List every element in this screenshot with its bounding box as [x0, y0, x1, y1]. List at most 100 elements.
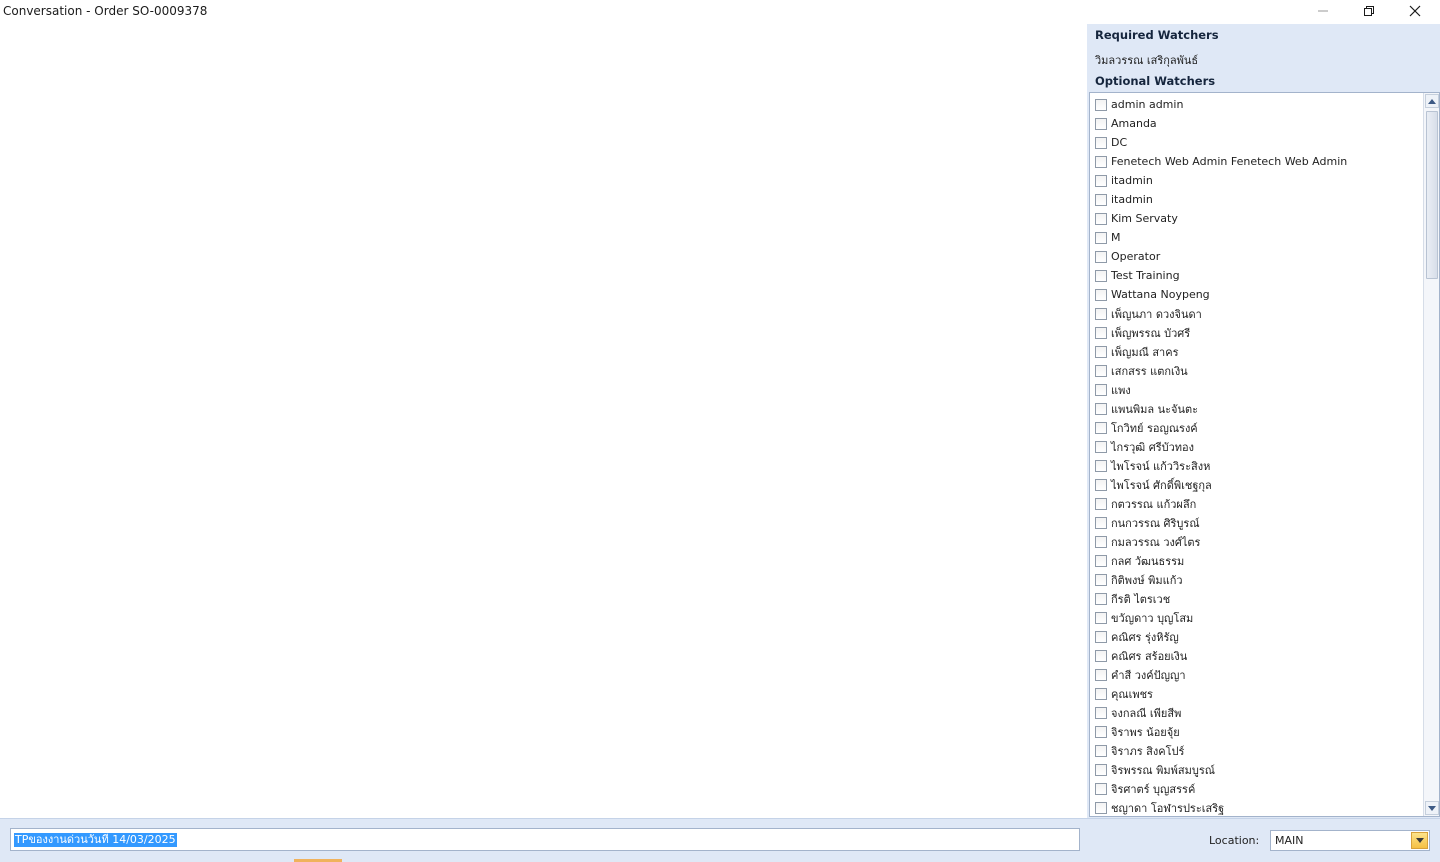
watcher-label: จิราภร สิงคโปร์ [1111, 744, 1185, 758]
watcher-item[interactable]: คำสี วงค์ปัญญา [1095, 665, 1186, 684]
watcher-item[interactable]: ไพโรจน์ แก้ววิระสิงห [1095, 456, 1210, 475]
watcher-checkbox[interactable] [1095, 402, 1107, 415]
dropdown-button[interactable] [1411, 832, 1428, 849]
watcher-label: ไพโรจน์ ศักดิ์พิเชฐกุล [1111, 478, 1212, 492]
watcher-item[interactable]: ไกรวุฒิ ศรีบัวทอง [1095, 437, 1194, 456]
watcher-checkbox[interactable] [1095, 212, 1107, 225]
watcher-checkbox[interactable] [1095, 554, 1107, 567]
watcher-checkbox[interactable] [1095, 421, 1107, 434]
watcher-item[interactable]: Amanda [1095, 114, 1157, 133]
location-dropdown[interactable]: MAIN [1270, 830, 1430, 851]
watcher-item[interactable]: เพ็ญมณี สาคร [1095, 342, 1179, 361]
watcher-item[interactable]: จงกลณี เพียสีพ [1095, 703, 1181, 722]
watcher-checkbox[interactable] [1095, 573, 1107, 586]
watcher-item[interactable]: Test Training [1095, 266, 1180, 285]
watcher-checkbox[interactable] [1095, 288, 1107, 301]
watcher-checkbox[interactable] [1095, 630, 1107, 643]
watcher-checkbox[interactable] [1095, 535, 1107, 548]
watcher-checkbox[interactable] [1095, 174, 1107, 187]
watcher-checkbox[interactable] [1095, 155, 1107, 168]
watcher-item[interactable]: คณิศร สร้อยเงิน [1095, 646, 1187, 665]
conversation-area[interactable] [0, 24, 1087, 818]
watcher-checkbox[interactable] [1095, 687, 1107, 700]
watcher-checkbox[interactable] [1095, 98, 1107, 111]
watcher-checkbox[interactable] [1095, 250, 1107, 263]
watcher-item[interactable]: กลศ วัฒนธรรม [1095, 551, 1184, 570]
watcher-checkbox[interactable] [1095, 345, 1107, 358]
watcher-checkbox[interactable] [1095, 725, 1107, 738]
watcher-item[interactable]: DC [1095, 133, 1127, 152]
scroll-down-button[interactable] [1425, 801, 1439, 815]
required-watcher-name: วิมลวรรณ เสริกุลพันธ์ [1095, 54, 1199, 67]
watcher-item[interactable]: Wattana Noypeng [1095, 285, 1210, 304]
watcher-item[interactable]: Fenetech Web Admin Fenetech Web Admin [1095, 152, 1347, 171]
watcher-checkbox[interactable] [1095, 269, 1107, 282]
watcher-checkbox[interactable] [1095, 193, 1107, 206]
watcher-checkbox[interactable] [1095, 668, 1107, 681]
watcher-item[interactable]: คณิศร รุ่งหิรัญ [1095, 627, 1179, 646]
watcher-label: DC [1111, 136, 1128, 149]
message-input[interactable]: TPของงานด่วนวันที่ 14/03/2025 [10, 828, 1080, 851]
watcher-item[interactable]: ไพโรจน์ ศักดิ์พิเชฐกุล [1095, 475, 1212, 494]
optional-watchers-list[interactable]: admin admin Amanda DC Fenetech Web Admin Fe… [1089, 92, 1440, 817]
watcher-item[interactable]: จิราพร น้อยจุ้ย [1095, 722, 1180, 741]
watcher-item[interactable]: จิราภร สิงคโปร์ [1095, 741, 1184, 760]
scroll-up-button[interactable] [1425, 94, 1439, 108]
watcher-item[interactable]: itadmin [1095, 190, 1153, 209]
watcher-checkbox[interactable] [1095, 478, 1107, 491]
watcher-item[interactable]: admin admin [1095, 95, 1183, 114]
restore-button[interactable] [1346, 0, 1392, 22]
watcher-checkbox[interactable] [1095, 706, 1107, 719]
watcher-checkbox[interactable] [1095, 231, 1107, 244]
minimize-button[interactable] [1300, 0, 1346, 22]
watcher-label: เพ็ญพรรณ บัวศรี [1111, 326, 1191, 340]
title-bar: Conversation - Order SO-0009378 [0, 0, 1440, 24]
watcher-item[interactable]: Operator [1095, 247, 1160, 266]
watcher-item[interactable]: จิรพรรณ พิมพ์สมบูรณ์ [1095, 760, 1215, 779]
watcher-item[interactable]: itadmin [1095, 171, 1153, 190]
close-button[interactable] [1392, 0, 1438, 22]
watcher-item[interactable]: กนกวรรณ ศิริบูรณ์ [1095, 513, 1200, 532]
watcher-item[interactable]: กตวรรณ แก้วผลึก [1095, 494, 1196, 513]
optional-watchers-header: Optional Watchers [1095, 74, 1216, 88]
watcher-item[interactable]: เสกสรร แตกเงิน [1095, 361, 1188, 380]
watcher-item[interactable]: แพนพิมล นะจันตะ [1095, 399, 1198, 418]
watcher-item[interactable]: กีรติ ไตรเวช [1095, 589, 1170, 608]
watcher-label: M [1111, 231, 1121, 244]
watcher-checkbox[interactable] [1095, 497, 1107, 510]
watcher-item[interactable]: กิติพงษ์ พิมแก้ว [1095, 570, 1183, 589]
watcher-item[interactable]: Kim Servaty [1095, 209, 1178, 228]
watcher-item[interactable]: M [1095, 228, 1121, 247]
watcher-checkbox[interactable] [1095, 592, 1107, 605]
watcher-checkbox[interactable] [1095, 459, 1107, 472]
watcher-item[interactable]: กมลวรรณ วงศ์ไตร [1095, 532, 1200, 551]
watcher-item[interactable]: เพ็ญนภา ดวงจินดา [1095, 304, 1202, 323]
scroll-thumb[interactable] [1426, 111, 1438, 279]
watcher-checkbox[interactable] [1095, 307, 1107, 320]
watcher-checkbox[interactable] [1095, 136, 1107, 149]
watcher-checkbox[interactable] [1095, 364, 1107, 377]
watcher-label: itadmin [1111, 174, 1153, 187]
watcher-checkbox[interactable] [1095, 383, 1107, 396]
watcher-label: ขวัญดาว บุญโสม [1111, 611, 1194, 625]
watchers-panel: Required Watchers วิมลวรรณ เสริกุลพันธ์ … [1087, 24, 1440, 818]
watcher-checkbox[interactable] [1095, 649, 1107, 662]
watcher-item[interactable]: คุณเพชร [1095, 684, 1153, 703]
watcher-checkbox[interactable] [1095, 782, 1107, 795]
watcher-item[interactable]: เพ็ญพรรณ บัวศรี [1095, 323, 1190, 342]
watcher-label: เสกสรร แตกเงิน [1111, 364, 1188, 378]
watcher-checkbox[interactable] [1095, 117, 1107, 130]
watcher-item[interactable]: แพง [1095, 380, 1131, 399]
watcher-checkbox[interactable] [1095, 763, 1107, 776]
vertical-scrollbar[interactable] [1423, 93, 1439, 816]
watcher-item[interactable]: โกวิทย์ รอญณรงค์ [1095, 418, 1198, 437]
watcher-checkbox[interactable] [1095, 516, 1107, 529]
watcher-checkbox[interactable] [1095, 440, 1107, 453]
watcher-checkbox[interactable] [1095, 326, 1107, 339]
watcher-checkbox[interactable] [1095, 611, 1107, 624]
watcher-checkbox[interactable] [1095, 744, 1107, 757]
watcher-item[interactable]: ชญาดา โอฬารประเสริฐ [1095, 798, 1224, 816]
watcher-item[interactable]: จิรศาตร์ บุญสรรค์ [1095, 779, 1195, 798]
watcher-checkbox[interactable] [1095, 801, 1107, 814]
watcher-item[interactable]: ขวัญดาว บุญโสม [1095, 608, 1193, 627]
